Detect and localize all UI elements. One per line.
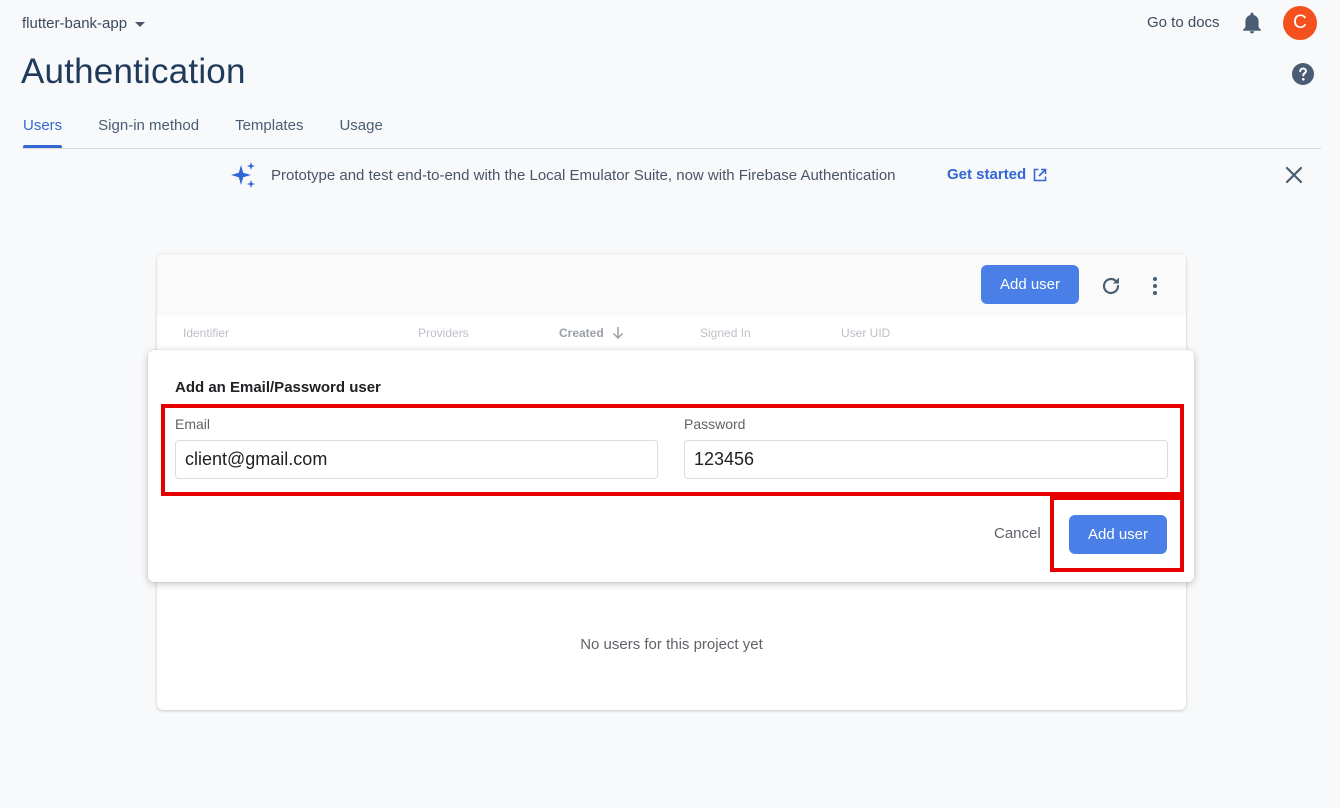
tab-users[interactable]: Users	[23, 117, 63, 148]
tabs-divider	[22, 148, 1321, 149]
column-header-created-label: Created	[559, 326, 604, 340]
password-field[interactable]	[684, 440, 1168, 479]
get-started-link[interactable]: Get started	[947, 166, 1047, 183]
firebase-console: flutter-bank-app Go to docs C Authentica…	[0, 0, 1340, 808]
project-name: flutter-bank-app	[22, 14, 128, 32]
email-label: Email	[175, 416, 211, 432]
arrow-down-icon	[612, 327, 623, 340]
column-header-identifier[interactable]: Identifier	[183, 326, 229, 340]
dialog-add-user-button[interactable]: Add user	[1069, 515, 1167, 554]
avatar[interactable]: C	[1283, 6, 1317, 40]
refresh-icon[interactable]	[1100, 275, 1122, 297]
auth-tabs: Users Sign-in method Templates Usage	[23, 117, 419, 148]
tab-usage[interactable]: Usage	[339, 117, 382, 148]
tab-templates[interactable]: Templates	[235, 117, 303, 148]
column-header-user-uid[interactable]: User UID	[841, 326, 890, 340]
close-icon[interactable]	[1284, 165, 1304, 185]
page-title: Authentication	[21, 52, 246, 91]
add-user-button[interactable]: Add user	[981, 265, 1079, 304]
column-header-created[interactable]: Created	[559, 326, 624, 340]
go-to-docs-link[interactable]: Go to docs	[1147, 14, 1220, 31]
empty-state-message: No users for this project yet	[580, 636, 763, 653]
dialog-title: Add an Email/Password user	[175, 379, 381, 396]
column-header-providers[interactable]: Providers	[418, 326, 469, 340]
external-link-icon	[1033, 168, 1047, 181]
cancel-button[interactable]: Cancel	[994, 525, 1041, 542]
project-picker[interactable]: flutter-bank-app	[22, 13, 146, 33]
add-user-dialog: Add an Email/Password user Email Passwor…	[148, 350, 1194, 582]
sparkle-icon	[231, 162, 255, 188]
help-icon[interactable]	[1291, 62, 1315, 86]
notifications-bell-icon[interactable]	[1242, 12, 1262, 34]
banner-message: Prototype and test end-to-end with the L…	[271, 167, 896, 184]
column-header-signed-in[interactable]: Signed In	[700, 326, 751, 340]
email-field[interactable]	[175, 440, 658, 479]
chevron-down-icon	[135, 21, 146, 27]
more-vert-icon[interactable]	[1145, 275, 1165, 297]
password-label: Password	[684, 416, 746, 432]
tab-sign-in-method[interactable]: Sign-in method	[98, 117, 199, 148]
get-started-label: Get started	[947, 166, 1027, 183]
